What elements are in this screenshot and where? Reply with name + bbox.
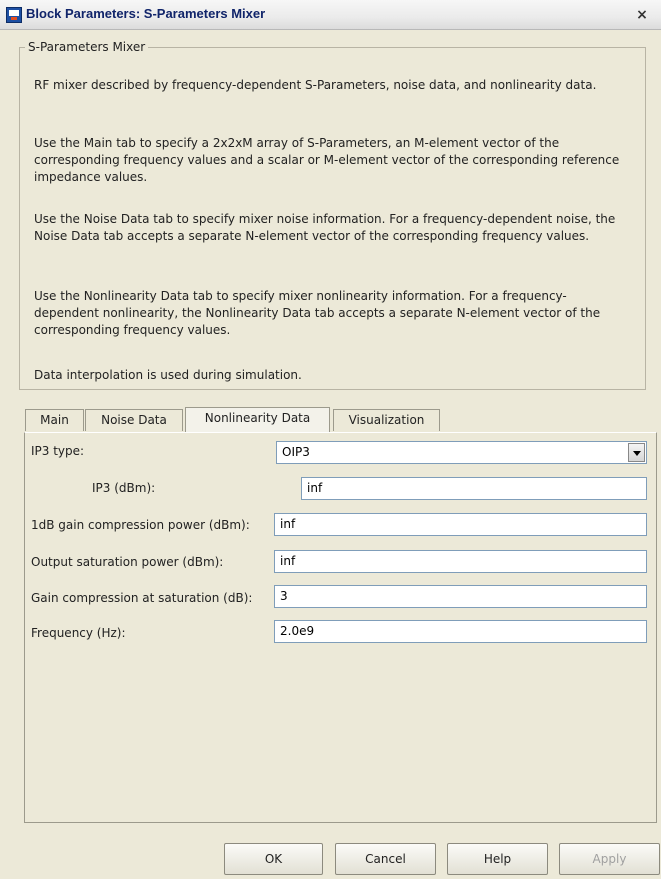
tab-nonlinearity-data[interactable]: Nonlinearity Data [185, 407, 330, 432]
simulink-block-icon [6, 7, 22, 23]
chevron-down-icon[interactable] [628, 443, 645, 462]
group-legend: S-Parameters Mixer [25, 40, 149, 54]
cancel-button[interactable]: Cancel [335, 843, 436, 875]
gcsat-input[interactable]: 3 [274, 585, 647, 608]
psat-input[interactable]: inf [274, 550, 647, 573]
ip3-type-select[interactable]: OIP3 [276, 441, 647, 464]
gcsat-label: Gain compression at saturation (dB): [31, 591, 253, 605]
frequency-input[interactable]: 2.0e9 [274, 620, 647, 643]
ok-button[interactable]: OK [224, 843, 323, 875]
description-paragraph: Data interpolation is used during simula… [34, 368, 302, 382]
help-button[interactable]: Help [447, 843, 548, 875]
psat-label: Output saturation power (dBm): [31, 555, 224, 569]
apply-button: Apply [559, 843, 660, 875]
ip3-type-value: OIP3 [282, 445, 310, 459]
title-bar: Block Parameters: S-Parameters Mixer × [0, 0, 661, 30]
window-title: Block Parameters: S-Parameters Mixer [26, 6, 266, 21]
tab-noise-data[interactable]: Noise Data [85, 409, 183, 431]
frequency-label: Frequency (Hz): [31, 626, 126, 640]
p1db-label: 1dB gain compression power (dBm): [31, 518, 250, 532]
tab-visualization[interactable]: Visualization [333, 409, 440, 431]
description-paragraph: Use the Nonlinearity Data tab to specify… [34, 289, 601, 337]
p1db-input[interactable]: inf [274, 513, 647, 536]
description-paragraph: Use the Noise Data tab to specify mixer … [34, 212, 616, 243]
ip3-label: IP3 (dBm): [92, 481, 156, 495]
close-button[interactable]: × [633, 7, 651, 24]
description-paragraph: Use the Main tab to specify a 2x2xM arra… [34, 136, 620, 184]
ip3-type-label: IP3 type: [31, 444, 85, 458]
description-paragraph: RF mixer described by frequency-dependen… [34, 78, 597, 92]
ip3-input[interactable]: inf [301, 477, 647, 500]
tab-main[interactable]: Main [25, 409, 84, 431]
